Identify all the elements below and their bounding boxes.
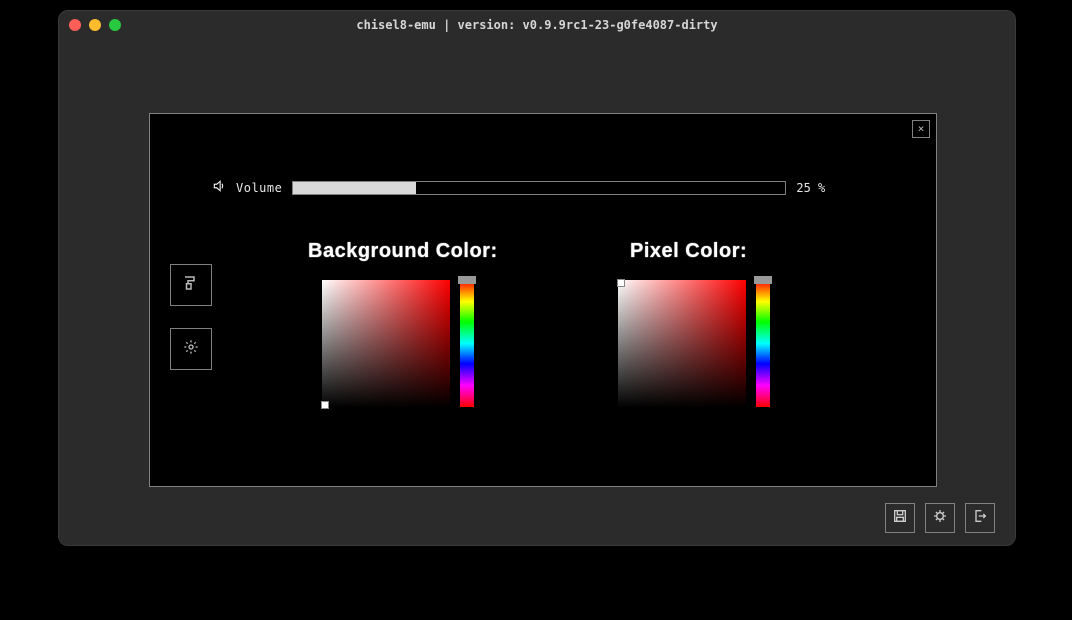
settings-panel: × Volume 25 % [149, 113, 937, 487]
debug-button[interactable] [925, 503, 955, 533]
exit-button[interactable] [965, 503, 995, 533]
traffic-lights [69, 19, 121, 31]
save-button[interactable] [885, 503, 915, 533]
pixel-hue-handle[interactable] [754, 276, 772, 284]
save-icon [892, 508, 908, 528]
window-minimize-button[interactable] [89, 19, 101, 31]
volume-slider[interactable] [292, 181, 786, 195]
window-close-button[interactable] [69, 19, 81, 31]
background-color-picker [322, 280, 474, 408]
background-color-heading: Background Color: [308, 240, 498, 263]
client-area: × Volume 25 % [59, 39, 1015, 545]
panel-sidebar [170, 264, 212, 370]
pixel-hue-slider[interactable] [756, 280, 770, 407]
volume-fill [293, 182, 416, 194]
pixel-sv-field[interactable] [618, 280, 746, 408]
window-title: chisel8-emu | version: v0.9.9rc1-23-g0fe… [59, 18, 1015, 32]
pixel-sv-handle[interactable] [617, 279, 625, 287]
pixel-color-heading: Pixel Color: [630, 240, 747, 263]
exit-icon [972, 508, 988, 528]
settings-tab-button[interactable] [170, 328, 212, 370]
gear-icon [183, 339, 199, 359]
volume-row: Volume 25 % [212, 178, 825, 197]
volume-value: 25 % [796, 181, 825, 195]
footer-buttons [885, 503, 995, 533]
background-sv-handle[interactable] [321, 401, 329, 409]
app-window: chisel8-emu | version: v0.9.9rc1-23-g0fe… [58, 10, 1016, 546]
paint-icon [182, 274, 200, 296]
panel-close-button[interactable]: × [912, 120, 930, 138]
paint-tab-button[interactable] [170, 264, 212, 306]
debug-icon [932, 508, 948, 528]
titlebar: chisel8-emu | version: v0.9.9rc1-23-g0fe… [59, 11, 1015, 39]
window-zoom-button[interactable] [109, 19, 121, 31]
volume-speaker-icon [212, 178, 226, 197]
volume-label: Volume [236, 181, 282, 195]
background-sv-field[interactable] [322, 280, 450, 408]
pixel-color-picker [618, 280, 770, 408]
background-hue-handle[interactable] [458, 276, 476, 284]
background-hue-slider[interactable] [460, 280, 474, 407]
